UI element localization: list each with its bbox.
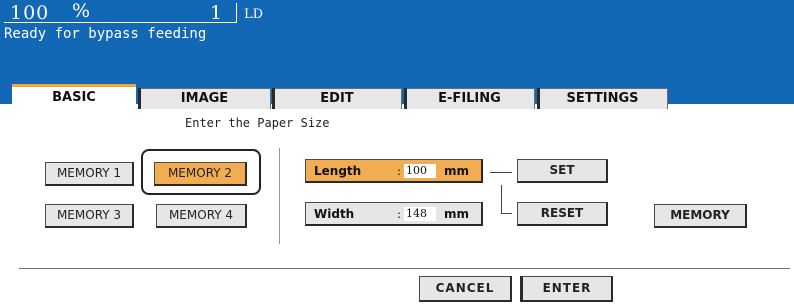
cancel-button[interactable]: CANCEL: [419, 276, 512, 302]
tab-settings[interactable]: SETTINGS: [537, 88, 668, 109]
memory-2-button[interactable]: MEMORY 2: [154, 162, 247, 186]
tab-label: IMAGE: [180, 91, 229, 106]
memory-button[interactable]: MEMORY: [654, 204, 747, 228]
memory-1-button[interactable]: MEMORY 1: [45, 162, 134, 186]
instruction-text: Enter the Paper Size: [185, 116, 330, 130]
bracket-vertical-line: [501, 185, 502, 213]
reset-button[interactable]: RESET: [517, 202, 608, 226]
enter-button[interactable]: ENTER: [520, 276, 613, 302]
tab-label: EDIT: [320, 91, 354, 106]
counter-underline: [4, 22, 236, 23]
tab-e-filing[interactable]: E-FILING: [404, 88, 535, 109]
tab-label: BASIC: [52, 90, 96, 105]
tab-label: E-FILING: [438, 91, 501, 106]
status-header: 100 % 1 LD Ready for bypass feeding: [0, 0, 794, 82]
paper-size-code: LD: [244, 7, 264, 22]
width-value: 148: [404, 207, 436, 221]
length-colon: :: [397, 164, 402, 178]
width-unit: mm: [444, 207, 470, 221]
memory-3-button[interactable]: MEMORY 3: [45, 204, 134, 228]
tab-image[interactable]: IMAGE: [138, 88, 271, 109]
set-button[interactable]: SET: [517, 159, 608, 183]
footer-divider: [19, 268, 790, 269]
status-message: Ready for bypass feeding: [4, 26, 207, 42]
length-label: Length: [314, 164, 362, 178]
bracket-top-line: [490, 172, 512, 173]
tab-edit[interactable]: EDIT: [272, 88, 402, 109]
counter-divider: [236, 3, 237, 23]
tab-basic[interactable]: BASIC: [12, 84, 136, 110]
zoom-unit: %: [72, 0, 91, 22]
length-field[interactable]: Length : 100 mm: [305, 159, 483, 183]
tab-label: SETTINGS: [566, 91, 639, 106]
panel-divider: [279, 148, 280, 244]
copy-count: 1: [210, 2, 223, 24]
width-field[interactable]: Width : 148 mm: [305, 202, 483, 226]
memory-4-button[interactable]: MEMORY 4: [156, 204, 247, 228]
bracket-bottom-line: [501, 213, 512, 214]
width-colon: :: [397, 207, 402, 221]
length-value: 100: [404, 164, 436, 178]
zoom-value: 100: [10, 2, 50, 24]
width-label: Width: [314, 207, 355, 221]
length-unit: mm: [444, 164, 470, 178]
